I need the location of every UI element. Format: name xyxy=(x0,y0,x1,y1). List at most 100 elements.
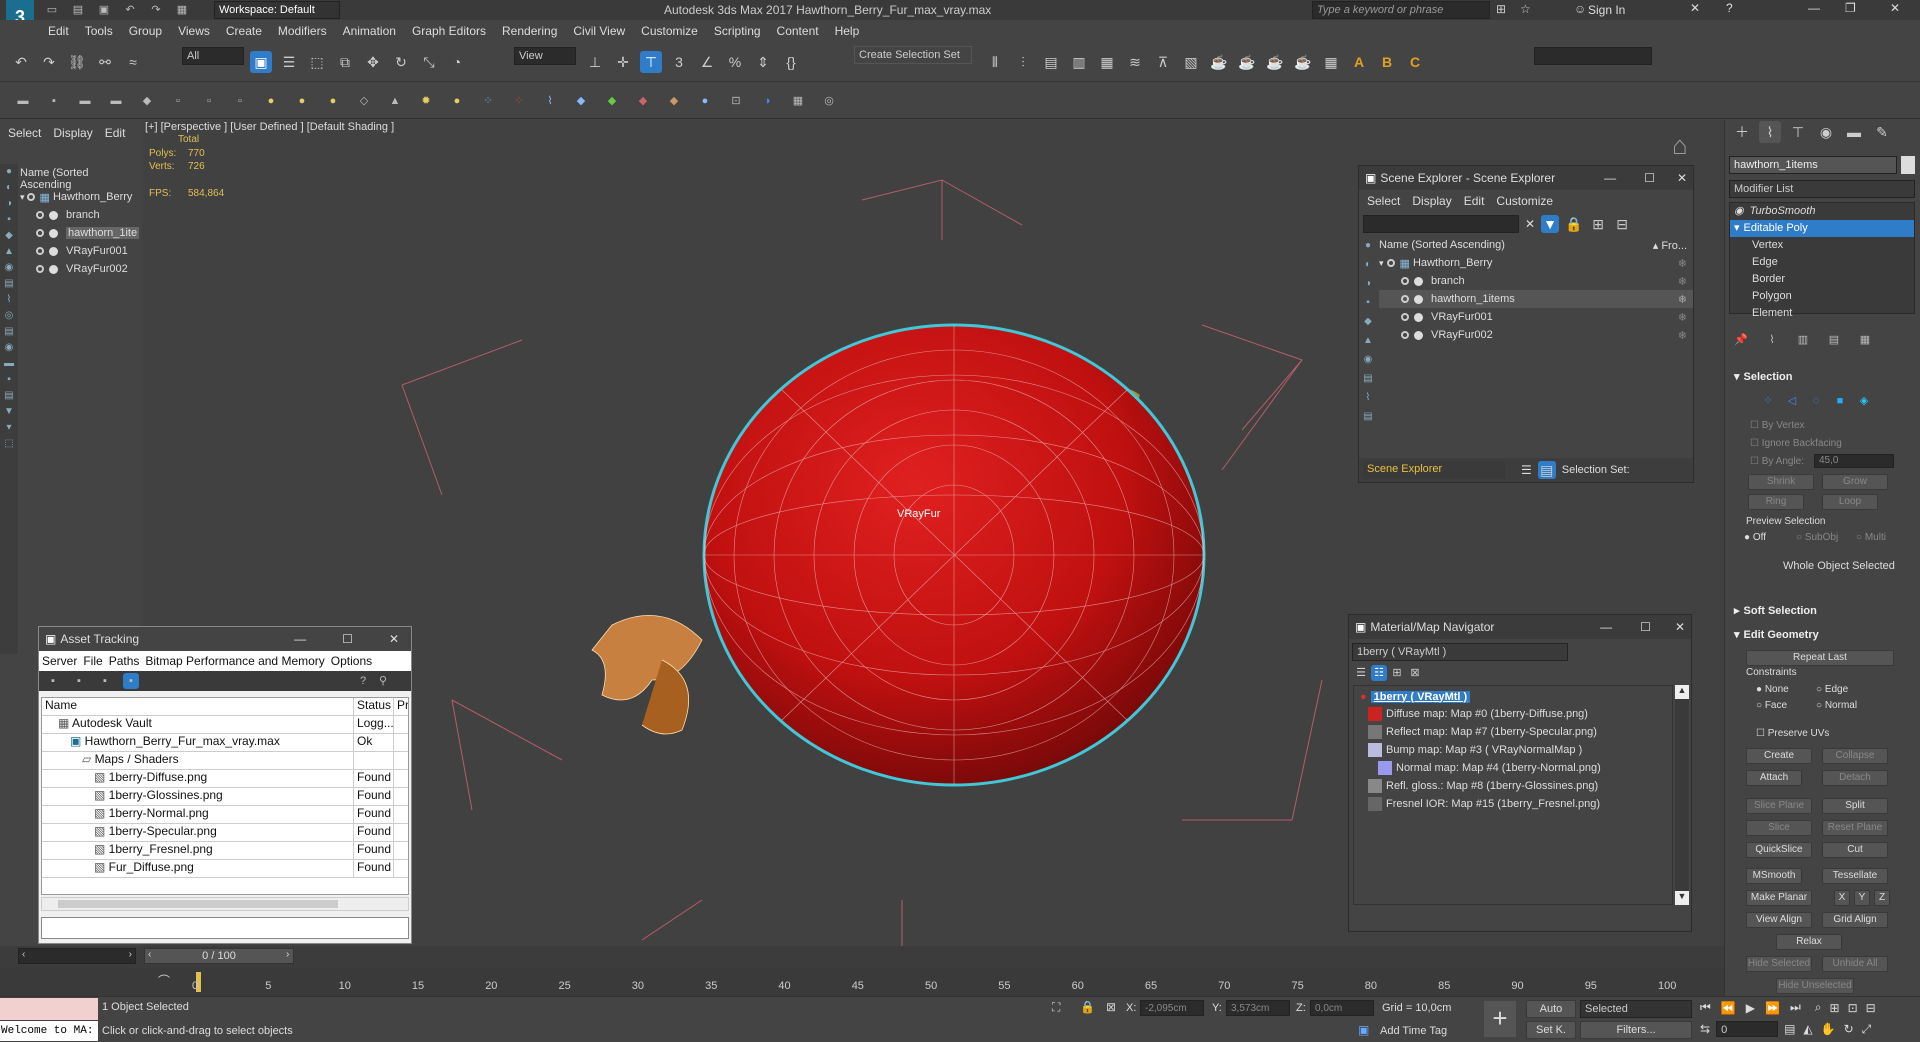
pivot-icon[interactable]: ⊥ xyxy=(584,51,606,73)
schematic-view-icon[interactable]: ≋ xyxy=(1124,51,1146,73)
minimize-icon[interactable]: — xyxy=(1604,171,1616,185)
user-icon[interactable]: ☺ xyxy=(1574,2,1586,16)
reference-coordinate-dropdown[interactable]: View xyxy=(514,47,576,65)
exchange-icon[interactable]: ✕ xyxy=(1690,1,1700,15)
angle-snap-icon[interactable]: ∠ xyxy=(696,51,718,73)
by-angle-checkbox[interactable]: ☐ By Angle: xyxy=(1750,456,1804,467)
rect-selection-icon[interactable]: ⬚ xyxy=(306,51,328,73)
scale-icon[interactable]: ⤡ xyxy=(418,51,440,73)
toolbar2-icon-15[interactable]: ● xyxy=(449,93,465,109)
selection-rollout-title[interactable]: ▾ Selection xyxy=(1730,367,1920,387)
select-manipulate-icon[interactable]: ✛ xyxy=(612,51,634,73)
prev-frame-arrow-icon[interactable]: ‹ xyxy=(148,949,151,960)
by-vertex-checkbox[interactable]: ☐ By Vertex xyxy=(1750,420,1805,431)
subobject-vertex[interactable]: Vertex xyxy=(1730,237,1914,254)
at-menu-paths[interactable]: Paths xyxy=(109,654,140,668)
grid-align-button[interactable]: Grid Align xyxy=(1822,912,1888,928)
text-c-icon[interactable]: C xyxy=(1404,51,1426,73)
left-tree-item[interactable]: hawthorn_1ite xyxy=(20,224,140,242)
ignore-backfacing-checkbox[interactable]: ☐ Ignore Backfacing xyxy=(1750,438,1842,449)
view-align-button[interactable]: View Align xyxy=(1746,912,1812,928)
preview-off-radio[interactable]: ● Off xyxy=(1744,532,1766,543)
absolute-mode-icon[interactable]: ⊠ xyxy=(1106,1000,1116,1014)
at-tool-icon-2[interactable]: ▪ xyxy=(71,673,87,689)
toolbar2-icon-11[interactable]: ● xyxy=(325,93,341,109)
asset-table-row[interactable]: ▣ Hawthorn_Berry_Fur_max_vray.max Ok xyxy=(42,734,408,752)
asset-table-row[interactable]: ▧ 1berry_Fresnel.png Found xyxy=(42,842,408,860)
menu-customize[interactable]: Customize xyxy=(641,24,698,38)
asset-table-row[interactable]: ▱ Maps / Shaders xyxy=(42,752,408,770)
split-checkbox[interactable]: Split xyxy=(1822,798,1888,814)
edit-named-sets-icon[interactable]: {} xyxy=(780,51,802,73)
toolbar2-icon-3[interactable]: ▬ xyxy=(77,93,93,109)
repeat-last-button[interactable]: Repeat Last xyxy=(1746,650,1894,666)
cut-button[interactable]: Cut xyxy=(1822,842,1888,858)
selection-filter-dropdown[interactable]: All xyxy=(182,47,244,65)
maxscript-mini-listener[interactable]: Welcome to MA: xyxy=(0,1021,98,1041)
asset-table-row[interactable]: ▧ 1berry-Normal.png Found xyxy=(42,806,408,824)
bind-space-warp-icon[interactable]: ≈ xyxy=(122,51,144,73)
se-menu-select[interactable]: Select xyxy=(1367,194,1400,208)
menu-views[interactable]: Views xyxy=(178,24,210,38)
slice-button[interactable]: Slice xyxy=(1746,820,1812,836)
window-crossing-icon[interactable]: ⧉ xyxy=(334,51,356,73)
new-file-icon[interactable]: ▭ xyxy=(44,2,60,18)
preview-multi-radio[interactable]: ○ Multi xyxy=(1856,532,1886,543)
spinner-snap-icon[interactable]: ⇕ xyxy=(752,51,774,73)
se-item-row[interactable]: VRayFur002 ❄ xyxy=(1379,326,1693,344)
toolbar2-icon-24[interactable]: ⊡ xyxy=(728,93,744,109)
key-mode-icon[interactable]: ⇆ xyxy=(1700,1022,1710,1036)
view-list-icons-icon[interactable]: ☷ xyxy=(1371,665,1387,681)
shrink-button[interactable]: Shrink xyxy=(1748,474,1814,490)
freeze-icon[interactable]: ❄ xyxy=(1678,257,1687,270)
make-planar-button[interactable]: Make Planar xyxy=(1746,890,1812,906)
toolbar2-icon-4[interactable]: ▬ xyxy=(108,93,124,109)
set-key-icon[interactable]: + xyxy=(1484,1001,1516,1037)
constraint-normal-radio[interactable]: ○ Normal xyxy=(1816,700,1857,711)
lock-icon[interactable]: 🔒 xyxy=(1565,215,1583,233)
toolbar2-icon-16[interactable]: ⁘ xyxy=(480,93,496,109)
go-to-start-icon[interactable]: ⏮ xyxy=(1700,1000,1711,1015)
sort-icon[interactable]: ⊟ xyxy=(1613,215,1631,233)
se-menu-display[interactable]: Display xyxy=(1412,194,1451,208)
maximize-viewport-icon[interactable]: ⤢ xyxy=(1862,1022,1872,1037)
toolbar2-icon-26[interactable]: ▦ xyxy=(790,93,806,109)
asset-table-row[interactable]: ▧ 1berry-Glossines.png Found xyxy=(42,788,408,806)
planar-z-button[interactable]: Z xyxy=(1874,890,1890,906)
tessellate-button[interactable]: Tessellate xyxy=(1822,868,1888,884)
menu-content[interactable]: Content xyxy=(777,24,819,38)
modify-tab-icon[interactable]: ⌇ xyxy=(1759,121,1781,143)
close-icon[interactable]: ✕ xyxy=(1675,620,1685,634)
render-cloud-icon[interactable]: ☕ xyxy=(1292,51,1314,73)
toolbar2-icon-12[interactable]: ◇ xyxy=(356,93,372,109)
link-icon[interactable]: ⛓ xyxy=(66,51,88,73)
next-frame-arrow-icon[interactable]: › xyxy=(286,949,289,960)
loop-button[interactable]: Loop xyxy=(1822,494,1878,510)
se-root-row[interactable]: ▾ ▦ Hawthorn_Berry ❄ xyxy=(1379,254,1693,272)
at-menu-options[interactable]: Options xyxy=(331,654,372,668)
freeze-icon[interactable]: ❄ xyxy=(1678,293,1687,306)
named-selection-set-dropdown[interactable]: Create Selection Set xyxy=(854,46,972,64)
toolbar2-icon-13[interactable]: ▲ xyxy=(387,93,403,109)
menu-rendering[interactable]: Rendering xyxy=(502,24,557,38)
zoom-extents-all-icon[interactable]: ⊟ xyxy=(1866,1001,1876,1015)
toolbar2-icon-6[interactable]: ▫ xyxy=(170,93,186,109)
toolbar2-icon-25[interactable]: ◑ xyxy=(759,93,775,109)
toolbar2-icon-1[interactable]: ▬ xyxy=(15,93,31,109)
auto-key-button[interactable]: Auto xyxy=(1526,1000,1576,1018)
se-menu-customize[interactable]: Customize xyxy=(1496,194,1553,208)
toolbar2-icon-5[interactable]: ◆ xyxy=(139,93,155,109)
soft-selection-rollout-title[interactable]: ▸ Soft Selection xyxy=(1730,601,1920,621)
rotate-icon[interactable]: ↻ xyxy=(390,51,412,73)
minimize-icon[interactable]: — xyxy=(294,632,306,646)
filters-button[interactable]: Filters... xyxy=(1580,1021,1692,1039)
reset-plane-button[interactable]: Reset Plane xyxy=(1822,820,1888,836)
toolbar2-icon-10[interactable]: ● xyxy=(294,93,310,109)
keyboard-shortcut-icon[interactable]: ⊤ xyxy=(640,51,662,73)
at-col-name[interactable]: Name xyxy=(42,698,354,715)
percent-snap-icon[interactable]: % xyxy=(724,51,746,73)
selection-set-icon[interactable]: ▤ xyxy=(1537,461,1556,479)
zoom-icon[interactable]: ⌕ xyxy=(1815,1000,1822,1015)
minimize-icon[interactable]: — xyxy=(1808,1,1820,15)
ribbon-icon[interactable]: ▥ xyxy=(1068,51,1090,73)
